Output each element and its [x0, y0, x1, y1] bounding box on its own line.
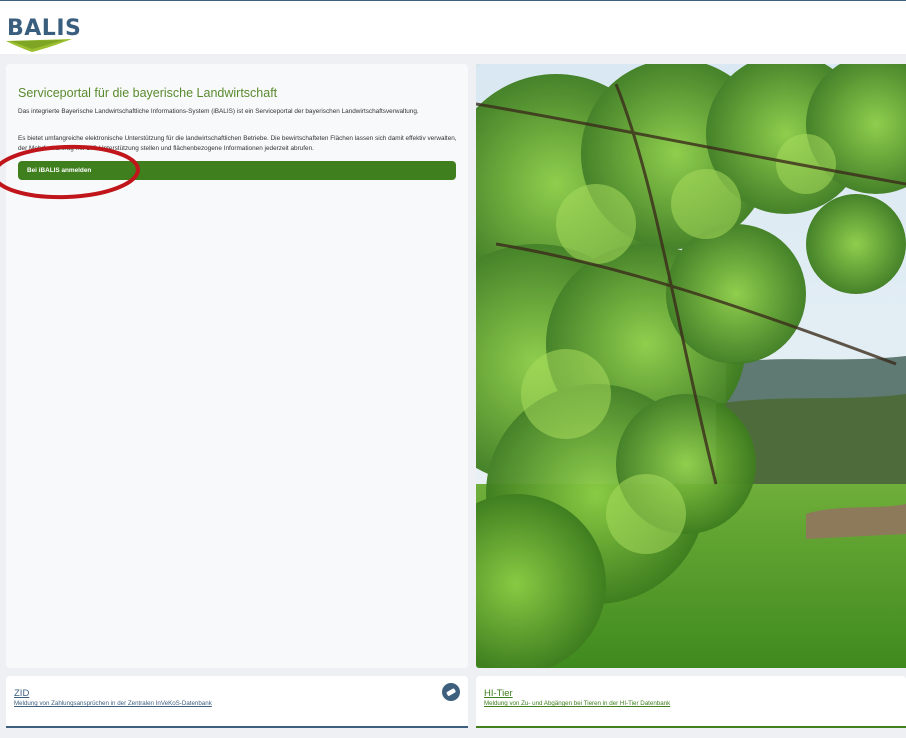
intro-paragraph-2: Es bietet umfangreiche elektronische Unt…	[18, 135, 457, 152]
page-title: Serviceportal für die bayerische Landwir…	[18, 86, 278, 100]
landscape-photo	[476, 64, 906, 668]
intro-panel: Serviceportal für die bayerische Landwir…	[6, 64, 468, 668]
ibalis-login-button[interactable]: Bei iBALIS anmelden	[18, 161, 456, 180]
zid-card[interactable]: ZID Meldung von Zahlungsansprüchen in de…	[6, 676, 468, 728]
logo-swoosh-icon	[6, 39, 72, 52]
zid-description-link[interactable]: Meldung von Zahlungsansprüchen in der Ze…	[14, 700, 212, 707]
hitier-card[interactable]: HI-Tier Meldung von Zu- und Abgängen bei…	[476, 676, 906, 728]
hitier-description-link[interactable]: Meldung von Zu- und Abgängen bei Tieren …	[484, 700, 670, 707]
zid-link[interactable]: ZID	[14, 688, 29, 699]
hitier-link[interactable]: HI-Tier	[484, 688, 513, 699]
intro-paragraph-1: Das integrierte Bayerische Landwirtschaf…	[18, 108, 419, 115]
eraser-icon[interactable]	[442, 683, 460, 701]
balis-logo[interactable]: BALIS	[6, 17, 81, 53]
header-bar: BALIS	[0, 0, 906, 54]
logo-text: BALIS	[7, 16, 82, 41]
